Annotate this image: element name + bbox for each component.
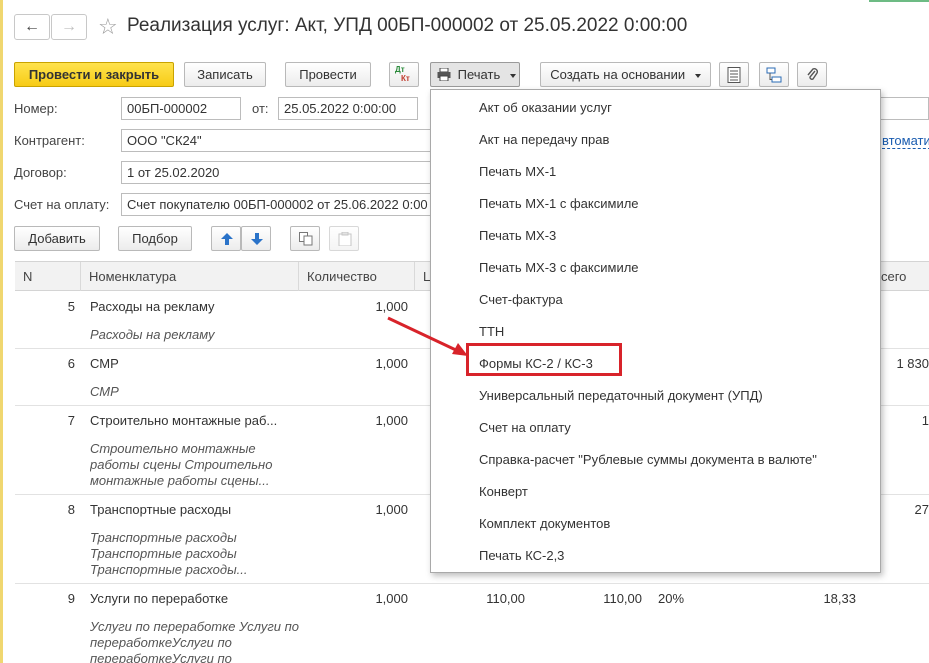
row-quantity: 1,000 [375,413,408,428]
row-number: 5 [67,299,75,314]
number-field[interactable]: 00БП-000002 [121,97,241,120]
table-row[interactable]: 9 Услуги по переработке Услуги по перера… [15,584,929,663]
menu-item-ttn[interactable]: ТТН [479,324,504,339]
menu-item-upd[interactable]: Универсальный передаточный документ (УПД… [479,388,763,403]
invoice-field[interactable]: Счет покупателю 00БП-000002 от 25.06.202… [121,193,433,216]
forward-button[interactable]: → [51,14,87,40]
chevron-down-icon [694,73,701,78]
number-label: Номер: [14,101,58,116]
dt-kt-icon: Дт Кт [395,65,410,83]
row-description: Транспортные расходы Транспортные расход… [90,530,248,577]
menu-item-mx3[interactable]: Печать МХ-3 [479,228,556,243]
row-vat-rate: 20% [658,591,685,606]
row-number: 7 [67,413,75,428]
row-total: 1 [921,413,929,428]
date-label: от: [252,101,269,116]
row-description: СМР [90,384,119,399]
create-based-label: Создать на основании [550,67,686,82]
arrow-right-icon: → [61,18,77,35]
menu-item-payment-invoice[interactable]: Счет на оплату [479,420,571,435]
menu-item-act-services[interactable]: Акт об оказании услуг [479,100,612,115]
structure-button[interactable] [719,62,749,87]
print-label: Печать [457,67,501,82]
move-down-button[interactable] [241,226,271,251]
add-row-button[interactable]: Добавить [14,226,100,251]
print-menu: Акт об оказании услуг Акт на передачу пр… [430,89,881,573]
save-button[interactable]: Записать [184,62,266,87]
post-and-close-button[interactable]: Провести и закрыть [14,62,174,87]
row-quantity: 1,000 [375,502,408,517]
contract-field[interactable]: 1 от 25.02.2020 [121,161,433,184]
print-dropdown-button[interactable]: Печать [430,62,520,87]
favorite-star-icon[interactable]: ☆ [98,14,118,40]
arrow-up-icon [221,233,233,245]
col-quantity[interactable]: Количество [299,262,415,291]
move-up-button[interactable] [211,226,241,251]
dt-label: Дт [395,65,405,74]
row-number: 9 [67,591,75,606]
list-doc-icon [727,67,741,83]
menu-item-currency-certificate[interactable]: Справка-расчет "Рублевые суммы документа… [479,452,817,467]
create-based-on-button[interactable]: Создать на основании [540,62,711,87]
row-name: СМР [90,356,119,371]
copy-row-button[interactable] [290,226,320,251]
row-description: Расходы на рекламу [90,327,215,342]
counterparty-label: Контрагент: [14,133,85,148]
top-accent-line [869,0,929,2]
menu-item-mx1-facsimile[interactable]: Печать МХ-1 с факсимиле [479,196,639,211]
menu-item-document-set[interactable]: Комплект документов [479,516,610,531]
page-title: Реализация услуг: Акт, УПД 00БП-000002 о… [127,15,688,36]
paste-row-button[interactable] [329,226,359,251]
contract-label: Договор: [14,165,67,180]
dt-kt-button[interactable]: Дт Кт [389,62,419,87]
col-total[interactable]: сего [873,262,929,291]
pick-button[interactable]: Подбор [118,226,192,251]
col-n[interactable]: N [15,262,81,291]
col-nomenclature[interactable]: Номенклатура [81,262,299,291]
menu-item-mx3-facsimile[interactable]: Печать МХ-3 с факсимиле [479,260,639,275]
highlight-box [466,343,622,376]
menu-item-print-ks23[interactable]: Печать КС-2,3 [479,548,564,563]
row-name: Транспортные расходы [90,502,232,517]
row-quantity: 1,000 [375,591,408,606]
paperclip-icon [807,68,818,80]
invoice-label: Счет на оплату: [14,197,110,212]
kt-label: Кт [401,74,410,83]
hierarchy-icon [766,67,782,83]
row-name: Строительно монтажные раб... [90,413,278,428]
annotation-arrow-icon [387,316,468,356]
date-field[interactable]: 25.05.2022 0:00:00 [278,97,418,120]
printer-icon [437,67,451,82]
menu-item-mx1[interactable]: Печать МХ-1 [479,164,556,179]
row-number: 6 [67,356,75,371]
row-vat-sum: 18,33 [823,591,856,606]
paste-icon [338,232,352,246]
row-name: Услуги по переработке [90,591,229,606]
menu-item-invoice[interactable]: Счет-фактура [479,292,563,307]
copy-icon [299,232,313,246]
window-left-border [0,0,3,663]
menu-item-act-rights[interactable]: Акт на передачу прав [479,132,609,147]
row-name: Расходы на рекламу [90,299,215,314]
row-description: Услуги по переработке Услуги по перерабо… [90,619,299,663]
attach-button[interactable] [797,62,827,87]
chevron-down-icon [509,73,516,78]
post-button[interactable]: Провести [285,62,371,87]
row-total: 27 [914,502,929,517]
menu-item-envelope[interactable]: Конверт [479,484,528,499]
auto-link[interactable]: втомати [882,133,929,149]
back-button[interactable]: ← [14,14,50,40]
row-number: 8 [67,502,75,517]
arrow-down-icon [251,233,263,245]
arrow-left-icon: ← [24,18,40,35]
row-description: Строительно монтажные работы сцены Строи… [90,441,273,488]
row-sum: 110,00 [603,591,642,606]
counterparty-field[interactable]: ООО "СК24" [121,129,433,152]
hierarchy-button[interactable] [759,62,789,87]
row-total: 1 830 [896,356,929,371]
row-price: 110,00 [486,591,525,606]
